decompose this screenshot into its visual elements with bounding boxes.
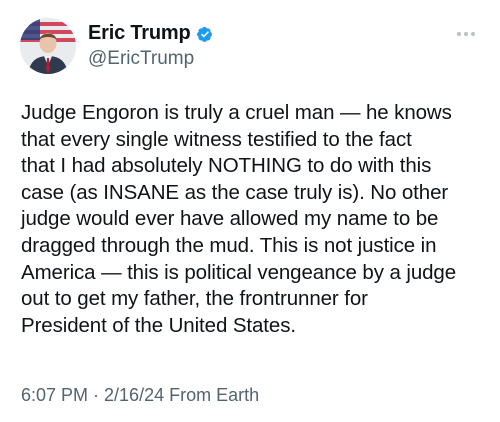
tweet-text-line: out to get my father, the frontrunner fo… bbox=[21, 287, 368, 311]
more-options-icon[interactable] bbox=[452, 24, 480, 44]
tweet-text-line: case (as INSANE as the case truly is). N… bbox=[21, 180, 449, 204]
tweet-text: Judge Engoron is truly a cruel man — he … bbox=[21, 100, 486, 339]
tweet-text-line: judge would ever have allowed my name to… bbox=[21, 207, 439, 231]
tweet-text-line: Judge Engoron is truly a cruel man — he … bbox=[21, 101, 452, 124]
tweet-text-line: that I had absolutely NOTHING to do with… bbox=[21, 154, 432, 178]
avatar[interactable] bbox=[20, 18, 76, 74]
tweet-text-line: America — this is political vengeance by… bbox=[21, 260, 457, 284]
author-handle[interactable]: @EricTrump bbox=[88, 48, 194, 70]
author-name-row: Eric Trump bbox=[88, 22, 215, 45]
tweet-timestamp[interactable]: 6:07 PM · 2/16/24 From Earth bbox=[21, 385, 259, 406]
avatar-image bbox=[20, 18, 76, 74]
verified-badge-icon bbox=[195, 24, 215, 44]
tweet-text-line: that every single witness testified to t… bbox=[21, 127, 412, 151]
tweet-text-line: President of the United States. bbox=[21, 313, 296, 337]
author-display-name[interactable]: Eric Trump bbox=[88, 22, 191, 45]
tweet-card: Eric Trump @EricTrump Judge Engoron is t… bbox=[0, 0, 500, 422]
tweet-text-line: dragged through the mud. This is not jus… bbox=[21, 233, 437, 257]
